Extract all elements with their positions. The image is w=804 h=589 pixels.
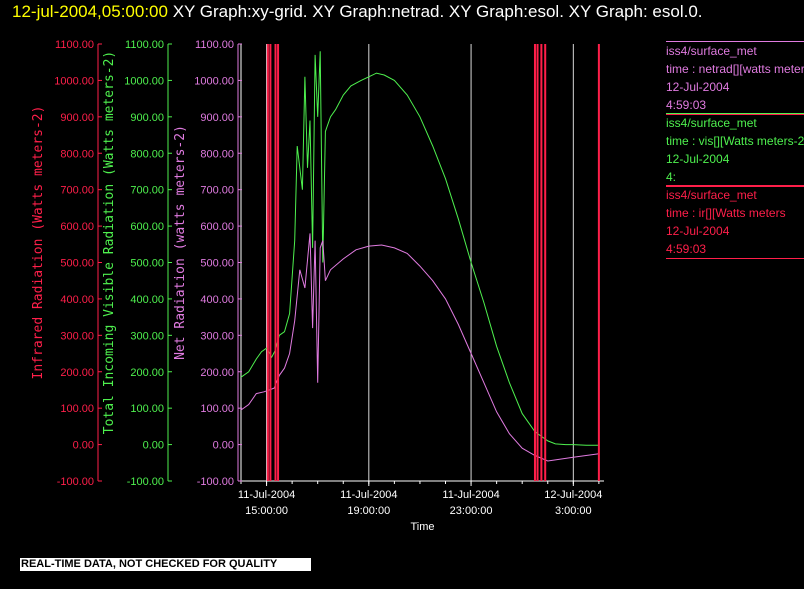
y-tick-label: 1100.00 (125, 39, 164, 51)
legend-time: 4:59:03 (666, 98, 707, 112)
x-tick-label-date: 11-Jul-2004 (442, 489, 499, 501)
y-tick-label: 500.00 (200, 258, 234, 270)
y-tick-label: 0.00 (73, 440, 94, 452)
y-tick-label: 300.00 (200, 330, 234, 342)
legend-vis: iss4/surface_met time : vis[][Watts mete… (666, 113, 804, 187)
legend-time: 4: (666, 170, 677, 184)
y-tick-label: -100.00 (127, 476, 164, 488)
legend-date: 12-Jul-2004 (666, 80, 730, 94)
y-tick-label: 900.00 (130, 112, 164, 124)
y-tick-label: 400.00 (60, 294, 94, 306)
y-tick-label: 700.00 (130, 185, 164, 197)
legend-time: 4:59:03 (666, 242, 707, 256)
y-tick-label: 700.00 (60, 185, 94, 197)
y-axis-title-ir: Infrared Radiation (Watts meters-2) (31, 106, 46, 380)
legend-variable: time : vis[][Watts meters-2 (666, 134, 804, 148)
legend-variable: time : netrad[][watts meters (666, 62, 804, 76)
y-tick-label: -100.00 (197, 476, 234, 488)
y-tick-label: 1000.00 (194, 75, 234, 87)
y-tick-label: 1100.00 (55, 39, 94, 51)
x-tick-label-date: 11-Jul-2004 (340, 489, 397, 501)
legend-source: iss4/surface_met (666, 41, 804, 60)
y-tick-label: 700.00 (200, 185, 234, 197)
y-tick-label: 800.00 (60, 148, 94, 160)
y-tick-label: 500.00 (130, 258, 164, 270)
x-tick-label-date: 11-Jul-2004 (238, 489, 295, 501)
legend-source: iss4/surface_met (666, 185, 804, 204)
y-tick-label: 200.00 (60, 367, 94, 379)
y-tick-label: 0.00 (213, 440, 234, 452)
legend-source: iss4/surface_met (666, 113, 804, 132)
y-tick-label: 100.00 (200, 403, 234, 415)
legend-date: 12-Jul-2004 (666, 224, 730, 238)
y-tick-label: 900.00 (60, 112, 94, 124)
y-axis-title-net: Net Radiation (watts meters-2) (173, 125, 188, 360)
x-tick-label-date: 12-Jul-2004 (544, 489, 602, 501)
y-tick-label: 200.00 (200, 367, 234, 379)
y-tick-label: 500.00 (60, 258, 94, 270)
y-axis-title-vis: Total Incoming Visible Radiation (Watts … (102, 51, 117, 435)
y-tick-label: 600.00 (200, 221, 234, 233)
x-axis-title: Time (410, 521, 434, 533)
legend-netrad: iss4/surface_met time : netrad[][watts m… (666, 41, 804, 115)
y-tick-label: 1100.00 (195, 39, 234, 51)
y-tick-label: 300.00 (60, 330, 94, 342)
y-tick-label: 400.00 (130, 294, 164, 306)
quality-disclaimer: REAL-TIME DATA, NOT CHECKED FOR QUALITY (20, 558, 311, 571)
x-tick-label-time: 23:00:00 (450, 505, 493, 517)
y-tick-label: 100.00 (60, 403, 94, 415)
y-tick-label: 800.00 (200, 148, 234, 160)
y-tick-label: 800.00 (130, 148, 164, 160)
y-tick-label: 400.00 (200, 294, 234, 306)
y-tick-label: 1000.00 (54, 75, 94, 87)
y-tick-label: 600.00 (60, 221, 94, 233)
x-tick-label-time: 19:00:00 (347, 505, 390, 517)
x-tick-label-time: 15:00:00 (245, 505, 288, 517)
legend-ir: iss4/surface_met time : ir[][Watts meter… (666, 185, 804, 259)
legend-date: 12-Jul-2004 (666, 152, 730, 166)
y-tick-label: 200.00 (130, 367, 164, 379)
y-tick-label: 600.00 (130, 221, 164, 233)
legend-variable: time : ir[][Watts meters (666, 206, 786, 220)
y-tick-label: 1000.00 (124, 75, 164, 87)
y-tick-label: 300.00 (130, 330, 164, 342)
y-tick-label: 900.00 (200, 112, 234, 124)
y-tick-label: -100.00 (57, 476, 94, 488)
y-tick-label: 0.00 (143, 440, 164, 452)
x-tick-label-time: 3:00:00 (555, 505, 592, 517)
y-tick-label: 100.00 (130, 403, 164, 415)
